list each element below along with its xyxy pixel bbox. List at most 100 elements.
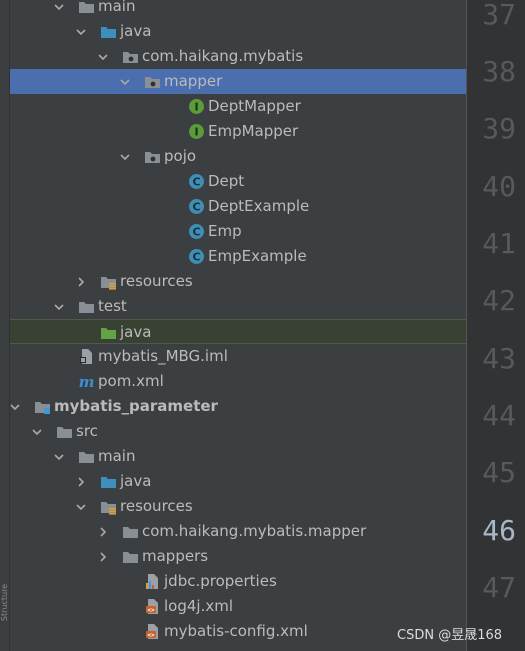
tree-item-label: mappers bbox=[142, 547, 209, 565]
tree-item-emp[interactable]: C Emp bbox=[10, 219, 466, 244]
interface-icon: I bbox=[187, 94, 205, 119]
folder-icon bbox=[55, 419, 73, 444]
chevron-down-icon[interactable] bbox=[53, 444, 65, 469]
properties-file-icon bbox=[143, 569, 161, 594]
chevron-down-icon[interactable] bbox=[53, 0, 65, 19]
folder-icon bbox=[121, 519, 139, 544]
resources-folder-icon bbox=[99, 269, 117, 294]
tree-item-label: mybatis_MBG.iml bbox=[98, 347, 228, 365]
tree-item-label: mybatis_parameter bbox=[54, 397, 218, 415]
chevron-right-icon[interactable] bbox=[75, 469, 87, 494]
interface-icon: I bbox=[187, 119, 205, 144]
source-folder-icon bbox=[99, 469, 117, 494]
tree-item-java[interactable]: java bbox=[10, 319, 466, 344]
tree-item-label: main bbox=[98, 447, 136, 465]
tree-item-label: mapper bbox=[164, 72, 223, 90]
tree-item-jdbc-properties[interactable]: jdbc.properties bbox=[10, 569, 466, 594]
tree-item-main[interactable]: main bbox=[10, 444, 466, 469]
line-number: 44 bbox=[482, 399, 516, 432]
line-number: 47 bbox=[482, 571, 516, 604]
tree-item-label: java bbox=[120, 22, 152, 40]
iml-file-icon bbox=[77, 344, 95, 369]
tree-item-label: src bbox=[76, 422, 98, 440]
chevron-down-icon[interactable] bbox=[31, 419, 43, 444]
folder-icon bbox=[121, 544, 139, 569]
project-tree[interactable]: main java com.haikang.mybatis mapper I DeptMa… bbox=[10, 0, 466, 651]
tree-item-label: pojo bbox=[164, 147, 197, 165]
folder-icon bbox=[77, 0, 95, 19]
tree-item-java[interactable]: java bbox=[10, 469, 466, 494]
folder-icon bbox=[77, 444, 95, 469]
tree-item-resources[interactable]: resources bbox=[10, 269, 466, 294]
tree-item-label: resources bbox=[120, 272, 193, 290]
chevron-down-icon[interactable] bbox=[97, 44, 109, 69]
tree-item-empmapper[interactable]: I EmpMapper bbox=[10, 119, 466, 144]
tree-item-label: com.haikang.mybatis.mapper bbox=[142, 522, 367, 540]
tree-item-log4j-xml[interactable]: <> log4j.xml bbox=[10, 594, 466, 619]
tree-item-label: resources bbox=[120, 497, 193, 515]
line-number: 37 bbox=[482, 0, 516, 31]
tree-item-mapper[interactable]: mapper bbox=[10, 69, 466, 94]
chevron-down-icon[interactable] bbox=[75, 19, 87, 44]
tree-item-label: log4j.xml bbox=[164, 597, 234, 615]
chevron-down-icon[interactable] bbox=[75, 494, 87, 519]
tree-item-label: jdbc.properties bbox=[164, 572, 277, 590]
class-icon: C bbox=[187, 219, 205, 244]
tree-item-label: com.haikang.mybatis bbox=[142, 47, 304, 65]
tree-item-deptmapper[interactable]: I DeptMapper bbox=[10, 94, 466, 119]
chevron-right-icon[interactable] bbox=[97, 519, 109, 544]
tree-item-dept[interactable]: C Dept bbox=[10, 169, 466, 194]
tree-item-pojo[interactable]: pojo bbox=[10, 144, 466, 169]
chevron-down-icon[interactable] bbox=[10, 394, 21, 419]
svg-text:<>: <> bbox=[147, 632, 155, 639]
svg-text:C: C bbox=[192, 176, 200, 189]
editor-line-gutter: 37 38 39 40 41 42 43 44 45 46 47 bbox=[466, 0, 525, 651]
tree-item-com-haikang-mybatis[interactable]: com.haikang.mybatis bbox=[10, 44, 466, 69]
line-number: 42 bbox=[482, 284, 516, 317]
svg-text:C: C bbox=[192, 226, 200, 239]
svg-text:I: I bbox=[194, 126, 198, 139]
tree-item-label: java bbox=[120, 323, 152, 341]
tree-item-pom-xml[interactable]: m pom.xml bbox=[10, 369, 466, 394]
line-number: 41 bbox=[482, 227, 516, 260]
tree-item-mappers[interactable]: mappers bbox=[10, 544, 466, 569]
line-number: 45 bbox=[482, 456, 516, 489]
svg-text:C: C bbox=[192, 251, 200, 264]
tree-item-mybatis-parameter[interactable]: mybatis_parameter bbox=[10, 394, 466, 419]
class-icon: C bbox=[187, 194, 205, 219]
chevron-right-icon[interactable] bbox=[97, 544, 109, 569]
maven-icon: m bbox=[77, 369, 95, 394]
tree-item-src[interactable]: src bbox=[10, 419, 466, 444]
tree-item-resources[interactable]: resources bbox=[10, 494, 466, 519]
tree-item-label: main bbox=[98, 0, 136, 15]
svg-text:C: C bbox=[192, 201, 200, 214]
line-number: 43 bbox=[482, 342, 516, 375]
tree-item-empexample[interactable]: C EmpExample bbox=[10, 244, 466, 269]
line-number: 40 bbox=[482, 170, 516, 203]
package-icon bbox=[121, 44, 139, 69]
svg-text:I: I bbox=[194, 101, 198, 114]
structure-side-strip[interactable]: Structure bbox=[0, 0, 10, 651]
tree-item-main[interactable]: main bbox=[10, 0, 466, 19]
chevron-down-icon[interactable] bbox=[119, 69, 131, 94]
chevron-down-icon[interactable] bbox=[53, 294, 65, 319]
folder-icon bbox=[77, 294, 95, 319]
line-number: 46 bbox=[482, 514, 516, 547]
package-icon bbox=[143, 69, 161, 94]
tree-item-label: pom.xml bbox=[98, 372, 164, 390]
watermark: CSDN @昱晟168 bbox=[397, 628, 503, 643]
tree-item-deptexample[interactable]: C DeptExample bbox=[10, 194, 466, 219]
chevron-down-icon[interactable] bbox=[119, 144, 131, 169]
package-icon bbox=[143, 144, 161, 169]
tree-item-label: DeptMapper bbox=[208, 97, 301, 115]
source-folder-icon bbox=[99, 19, 117, 44]
structure-tool-label[interactable]: Structure bbox=[0, 584, 9, 621]
module-icon bbox=[33, 394, 51, 419]
chevron-right-icon[interactable] bbox=[75, 269, 87, 294]
tree-item-com-haikang-mybatis-mapper[interactable]: com.haikang.mybatis.mapper bbox=[10, 519, 466, 544]
tree-item-label: mybatis-config.xml bbox=[164, 622, 308, 640]
tree-item-mybatis-mbg-iml[interactable]: mybatis_MBG.iml bbox=[10, 344, 466, 369]
tree-item-label: Dept bbox=[208, 172, 245, 190]
tree-item-test[interactable]: test bbox=[10, 294, 466, 319]
tree-item-java[interactable]: java bbox=[10, 19, 466, 44]
